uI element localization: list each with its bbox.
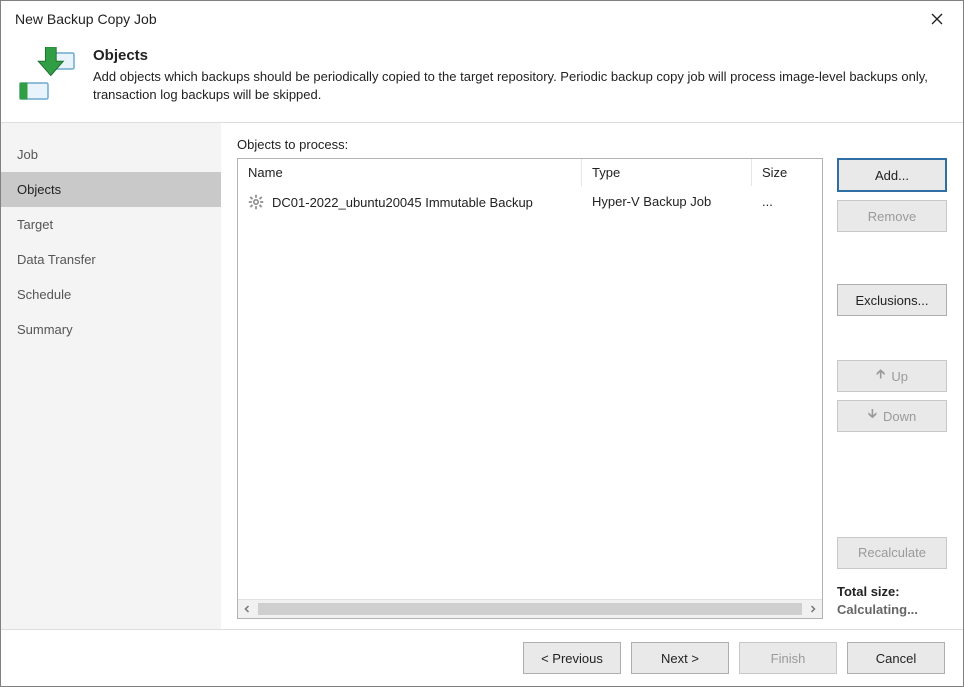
previous-button[interactable]: < Previous — [523, 642, 621, 674]
row-name: DC01-2022_ubuntu20045 Immutable Backup — [272, 195, 533, 210]
close-button[interactable] — [921, 7, 953, 31]
banner-description: Add objects which backups should be peri… — [93, 68, 947, 104]
move-up-button: 🡱 Up — [837, 360, 947, 392]
col-header-type[interactable]: Type — [582, 159, 752, 186]
finish-button: Finish — [739, 642, 837, 674]
list-item[interactable]: DC01-2022_ubuntu20045 Immutable Backup H… — [238, 186, 822, 218]
objects-list-header: Name Type Size — [238, 159, 822, 186]
titlebar: New Backup Copy Job — [1, 1, 963, 37]
next-button[interactable]: Next > — [631, 642, 729, 674]
objects-list-rows: DC01-2022_ubuntu20045 Immutable Backup H… — [238, 186, 822, 599]
objects-panel: Objects to process: Name Type Size — [221, 123, 963, 629]
wizard-footer: < Previous Next > Finish Cancel — [1, 629, 963, 686]
scrollbar-track[interactable] — [258, 603, 802, 615]
remove-button: Remove — [837, 200, 947, 232]
step-objects[interactable]: Objects — [1, 172, 221, 207]
arrow-up-icon: 🡱 — [876, 365, 885, 387]
objects-content-row: Name Type Size — [237, 158, 947, 619]
scroll-right-icon[interactable] — [804, 600, 822, 618]
total-size-value: Calculating... — [837, 601, 947, 619]
side-button-group: Add... Remove Exclusions... 🡱 Up 🡳 Down … — [823, 158, 947, 619]
objects-list-label: Objects to process: — [237, 137, 947, 152]
wizard-banner: Objects Add objects which backups should… — [1, 37, 963, 122]
wizard-steps: Job Objects Target Data Transfer Schedul… — [1, 123, 221, 629]
banner-icon — [15, 47, 79, 104]
step-target[interactable]: Target — [1, 207, 221, 242]
recalculate-button: Recalculate — [837, 537, 947, 569]
row-name-cell: DC01-2022_ubuntu20045 Immutable Backup — [238, 186, 582, 218]
banner-heading: Objects — [93, 47, 947, 64]
move-down-button: 🡳 Down — [837, 400, 947, 432]
row-size: ... — [752, 186, 822, 218]
step-schedule[interactable]: Schedule — [1, 277, 221, 312]
scroll-left-icon[interactable] — [238, 600, 256, 618]
total-size: Total size: Calculating... — [837, 583, 947, 619]
step-job[interactable]: Job — [1, 137, 221, 172]
window-title: New Backup Copy Job — [15, 11, 157, 27]
banner-text: Objects Add objects which backups should… — [79, 47, 947, 104]
step-data-transfer[interactable]: Data Transfer — [1, 242, 221, 277]
gear-icon — [248, 194, 264, 210]
col-header-name[interactable]: Name — [238, 159, 582, 186]
backup-copy-icon — [16, 47, 78, 103]
col-header-size[interactable]: Size — [752, 159, 822, 186]
total-size-label: Total size: — [837, 583, 947, 601]
close-icon — [931, 13, 943, 25]
exclusions-button[interactable]: Exclusions... — [837, 284, 947, 316]
add-button[interactable]: Add... — [837, 158, 947, 192]
move-down-label: Down — [883, 409, 916, 424]
horizontal-scrollbar[interactable] — [238, 599, 822, 618]
wizard-body: Job Objects Target Data Transfer Schedul… — [1, 122, 963, 629]
cancel-button[interactable]: Cancel — [847, 642, 945, 674]
arrow-down-icon: 🡳 — [868, 405, 877, 427]
move-up-label: Up — [891, 369, 908, 384]
wizard-window: New Backup Copy Job O — [0, 0, 964, 687]
step-summary[interactable]: Summary — [1, 312, 221, 347]
objects-listbox[interactable]: Name Type Size — [237, 158, 823, 619]
row-type: Hyper-V Backup Job — [582, 186, 752, 218]
